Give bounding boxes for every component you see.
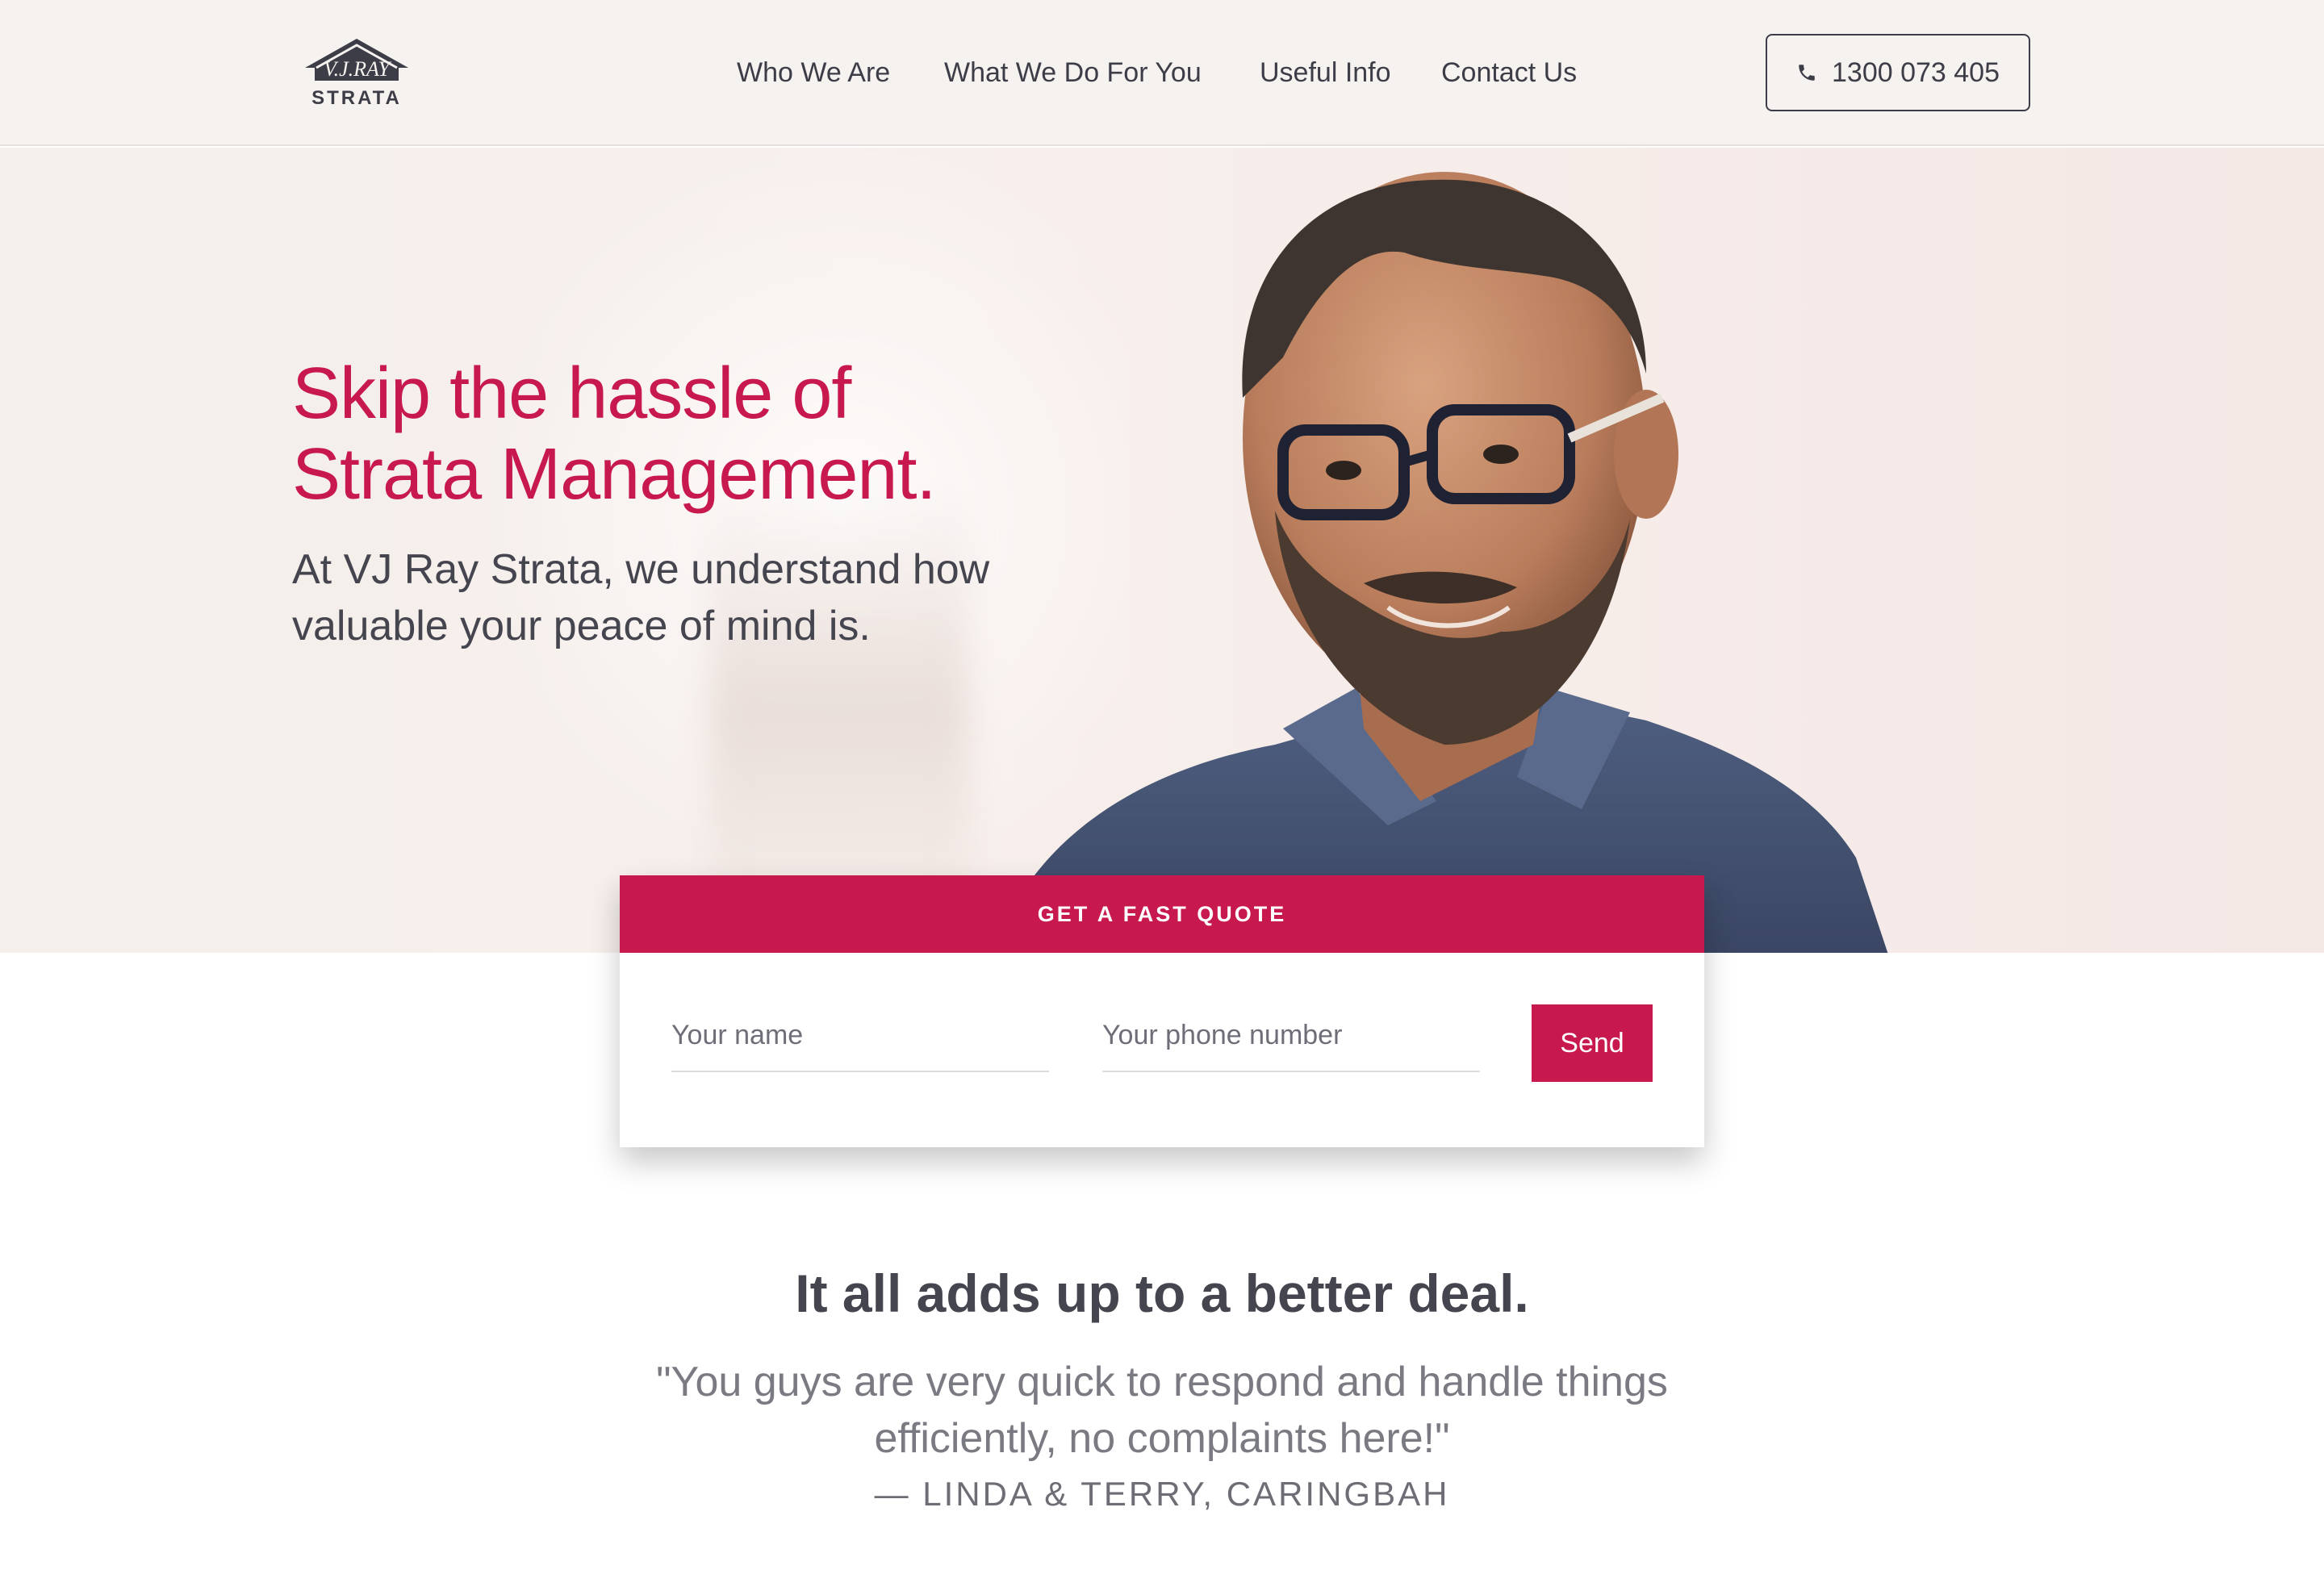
nav-item-useful-info[interactable]: Useful Info — [1260, 50, 1391, 95]
hero-title-line-2: Strata Management. — [292, 434, 936, 515]
site-header: V.J.RAY STRATA Who We Are What We Do For… — [0, 0, 2324, 146]
fast-quote-form: GET A FAST QUOTE Your name Your phone nu… — [620, 875, 1704, 1147]
hero-section: Skip the hassle of Strata Management. At… — [0, 148, 2324, 953]
phone-number-label: 1300 073 405 — [1832, 56, 2000, 88]
testimonial-quote-line-1: "You guys are very quick to respond and … — [656, 1359, 1668, 1405]
name-input[interactable]: Your name — [671, 1009, 1049, 1072]
phone-call-button[interactable]: 1300 073 405 — [1766, 34, 2030, 111]
hero-subtitle-line-2: valuable your peace of mind is. — [292, 603, 871, 649]
send-button[interactable]: Send — [1532, 1004, 1653, 1082]
hero-title-line-1: Skip the hassle of — [292, 353, 851, 434]
nav-item-who-we-are[interactable]: Who We Are — [737, 50, 890, 95]
hero-title: Skip the hassle of Strata Management. — [292, 353, 1099, 515]
phone-icon — [1799, 65, 1815, 81]
nav-item-what-we-do[interactable]: What We Do For You — [944, 50, 1202, 95]
testimonial-quote-line-2: efficiently, no complaints here!" — [874, 1415, 1450, 1462]
testimonial-author: — LINDA & TERRY, CARINGBAH — [874, 1475, 1450, 1513]
phone-input[interactable]: Your phone number — [1102, 1009, 1480, 1072]
testimonial-heading: It all adds up to a better deal. — [795, 1263, 1529, 1323]
nav-item-contact-us[interactable]: Contact Us — [1441, 50, 1577, 95]
hero-subtitle-line-1: At VJ Ray Strata, we understand how — [292, 546, 990, 593]
fast-quote-heading: GET A FAST QUOTE — [620, 875, 1704, 953]
hero-subtitle: At VJ Ray Strata, we understand how valu… — [292, 541, 1099, 654]
testimonial-quote: "You guys are very quick to respond and … — [597, 1354, 1727, 1467]
